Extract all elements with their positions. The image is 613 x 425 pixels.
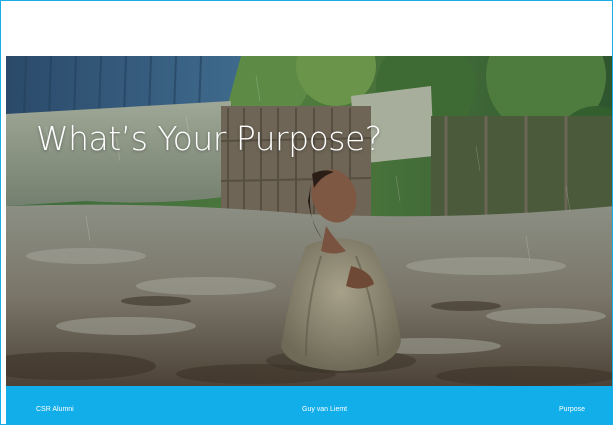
- footer-right-text: Purpose: [559, 406, 586, 413]
- slide-footer: CSR Alumni Guy van Liemt Purpose: [6, 386, 612, 424]
- presentation-slide: What’s Your Purpose? CSR Alumni Guy van …: [0, 0, 613, 425]
- slide-title: What’s Your Purpose?: [36, 119, 382, 158]
- hero-photo: [6, 56, 612, 386]
- footer-left-text: CSR Alumni: [36, 406, 74, 413]
- footer-center-text: Guy van Liemt: [302, 406, 348, 413]
